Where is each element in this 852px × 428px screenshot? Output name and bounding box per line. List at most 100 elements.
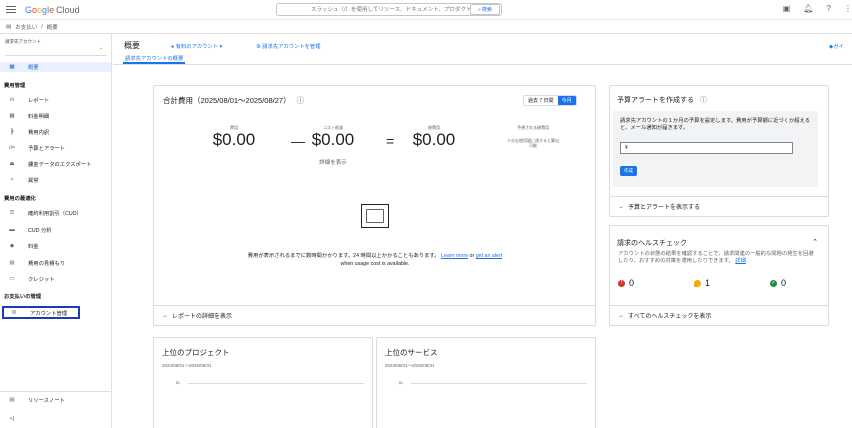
health-card-title: 請求のヘルスチェック xyxy=(617,240,687,247)
hamburger-menu-icon[interactable] xyxy=(5,4,17,16)
paid-account-dropdown[interactable]: ● 有料のアカウント ▾ xyxy=(171,42,222,50)
last-7-days-button[interactable]: 過去 7 日間 xyxy=(524,96,558,105)
this-month-button[interactable]: 今月 xyxy=(557,96,576,105)
empty-state-message: 費用が表示されるまでに数時間かかります。24 時間以上かかることもあります。 L… xyxy=(247,253,503,267)
release-notes-icon: ▤ xyxy=(9,396,15,403)
warning-count: 1 xyxy=(694,278,770,288)
top-bar: Google Cloud ⌕ 検索 ▣ 🔔︎ ? ⋮ xyxy=(0,0,852,20)
billing-account-select[interactable]: 請求先アカウント ⌄ xyxy=(5,39,107,56)
view-all-health-checks-link[interactable]: → すべてのヘルスチェックを表示 xyxy=(610,305,828,325)
page-title: 概要 xyxy=(124,41,140,50)
guide-link[interactable]: ◆ガイ xyxy=(829,42,844,50)
sidebar-item-cost-estimation[interactable]: ▤ 費用の見積もり xyxy=(0,258,111,268)
chevron-up-icon[interactable]: ⌃ xyxy=(812,238,818,246)
equals-sign: = xyxy=(386,133,395,149)
search-button[interactable]: ⌕ 検索 xyxy=(470,4,500,15)
top-projects-title: 上位のプロジェクト xyxy=(162,348,230,357)
empty-state-illustration xyxy=(361,204,389,228)
sidebar-item-overview[interactable]: ▦ 概要 xyxy=(0,62,111,72)
sidebar-item-billing-export[interactable]: ⏏ 課金データのエクスポート xyxy=(0,159,111,169)
total-cost-title: 合計費用（2025/08/01〜2025/08/27） ⓘ xyxy=(163,96,305,105)
search-bar: ⌕ 検索 xyxy=(276,3,502,16)
success-count: ✓ 0 xyxy=(770,278,787,288)
health-description: アカウントの状態の結果を確認することで、請求関連の一般的な問題の発生を回避したり… xyxy=(618,251,814,264)
billing-icon: ▤ xyxy=(6,24,12,30)
sidebar: 請求先アカウント ⌄ ▦ 概要 費用管理 ılı レポート ▦ 料金明細 ┣ 費用内訳… xyxy=(0,34,112,428)
sidebar-item-credits[interactable]: ▭ クレジット xyxy=(0,274,111,284)
view-report-details-link[interactable]: → レポートの詳細を表示 xyxy=(154,305,595,325)
bar-chart-icon: ılı xyxy=(9,97,15,103)
budget-form: 請求先アカウントの１か月の予算を設定します。費用が予算額に近づくか超えると、メー… xyxy=(613,111,818,187)
view-details-link[interactable]: 詳細を表示 xyxy=(308,158,358,166)
sidebar-item-budgets[interactable]: ıl= 予算とアラート xyxy=(0,143,111,153)
top-services-card: 上位のサービス 2024/08/01〜2025/08/31 $1 xyxy=(376,337,596,428)
sidebar-item-pricing[interactable]: ◆ 料金 xyxy=(0,241,111,251)
sidebar-item-label: 概要 xyxy=(28,65,39,71)
sidebar-item-cud[interactable]: ☰ 確約利用割引（CUD） xyxy=(0,208,111,218)
top-projects-date: 2024/08/01〜2025/08/31 xyxy=(162,363,212,368)
top-projects-card: 上位のプロジェクト 2024/08/01〜2025/08/31 $1 xyxy=(153,337,373,428)
savings-value: $0.00 xyxy=(311,130,355,149)
health-details-link[interactable]: 詳細 xyxy=(735,258,746,264)
breakdown-icon: ┣ xyxy=(10,129,14,135)
dashboard-icon: ▦ xyxy=(9,64,15,70)
notifications-bell-icon[interactable]: 🔔︎ xyxy=(803,4,813,13)
error-icon: ! xyxy=(618,279,625,287)
cost-value: $0.00 xyxy=(212,130,256,149)
sidebar-item-account-management[interactable]: ⚙ アカウント管理 xyxy=(2,306,80,319)
view-budgets-link[interactable]: → 予算とアラートを表示する xyxy=(610,196,828,216)
gridline xyxy=(188,383,364,384)
lightbulb-icon xyxy=(694,279,701,287)
search-input[interactable] xyxy=(277,4,470,15)
sidebar-item-cost-table[interactable]: ▦ 料金明細 xyxy=(0,111,111,121)
breadcrumb-billing[interactable]: お支払い xyxy=(15,23,37,31)
total-value: $0.00 xyxy=(412,130,456,149)
budget-amount-input[interactable]: ¥ xyxy=(620,142,793,154)
sidebar-item-anomalies[interactable]: ✧ 異常 xyxy=(0,175,111,185)
forecast-note: 十分な使用量に達すると算出可能 xyxy=(507,138,559,148)
credit-icon: ▭ xyxy=(9,276,15,282)
error-count: ! 0 xyxy=(618,278,694,288)
more-vert-icon[interactable]: ⋮ xyxy=(844,4,852,13)
analysis-icon: ▬ xyxy=(9,227,15,233)
tag-icon: ◆ xyxy=(9,243,15,249)
sidebar-item-reports[interactable]: ılı レポート xyxy=(0,95,111,105)
gear-icon: ⚙ xyxy=(256,44,261,50)
sidebar-item-cud-analysis[interactable]: ▬ CUD 分析 xyxy=(0,225,111,235)
sidebar-item-cost-breakdown[interactable]: ┣ 費用内訳 xyxy=(0,127,111,137)
collapse-icon: <| xyxy=(9,416,15,422)
section-payment-management: お支払いの管理 xyxy=(4,294,42,300)
cloud-shell-icon[interactable]: ▣ xyxy=(783,4,791,13)
list-icon: ☰ xyxy=(9,210,15,216)
manage-billing-account-link[interactable]: ⚙ 請求先アカウントを管理 xyxy=(256,42,321,50)
export-icon: ⏏ xyxy=(9,161,15,167)
arrow-forward-icon: → xyxy=(618,312,624,319)
budget-icon: ıl= xyxy=(9,145,15,151)
get-alert-link[interactable]: get an alert xyxy=(476,253,503,259)
billing-account-label: 請求先アカウント xyxy=(5,39,41,44)
help-icon[interactable]: ⓘ xyxy=(297,96,305,105)
section-cost-optimization: 費用の最適化 xyxy=(4,196,36,202)
help-icon[interactable]: ? xyxy=(827,4,831,13)
learn-more-link[interactable]: Learn more xyxy=(441,253,468,259)
google-cloud-logo[interactable]: Google Cloud xyxy=(25,5,80,15)
collapse-sidebar-button[interactable]: <| xyxy=(0,414,111,424)
top-services-title: 上位のサービス xyxy=(385,348,438,357)
budget-description: 請求先アカウントの１か月の予算を設定します。費用が予算額に近づくか超えると、メー… xyxy=(620,118,811,131)
breadcrumb-overview: 概要 xyxy=(46,25,58,31)
gear-icon: ⚙ xyxy=(11,309,17,316)
page-header: 概要 ● 有料のアカウント ▾ ⚙ 請求先アカウントを管理 ◆ガイ 請求先アカウ… xyxy=(113,34,852,64)
gridline xyxy=(411,383,587,384)
help-icon[interactable]: ⓘ xyxy=(700,97,707,104)
anomaly-icon: ✧ xyxy=(9,177,15,183)
calculator-icon: ▤ xyxy=(9,260,15,266)
tab-billing-account-overview[interactable]: 請求先アカウントの概要 xyxy=(123,54,186,64)
arrow-forward-icon: → xyxy=(618,203,624,210)
top-icons: ▣ 🔔︎ ? ⋮ xyxy=(783,4,852,13)
y-tick-label: $1 xyxy=(176,381,180,385)
top-services-date: 2024/08/01〜2025/08/31 xyxy=(385,363,435,368)
create-budget-button[interactable]: 作成 xyxy=(620,166,637,176)
budget-card-title: 予算アラートを作成する ⓘ xyxy=(617,97,707,104)
sidebar-item-release-notes[interactable]: ▤ リリースノート xyxy=(0,391,111,407)
forecast-label: 予想される総費用 xyxy=(517,125,549,130)
